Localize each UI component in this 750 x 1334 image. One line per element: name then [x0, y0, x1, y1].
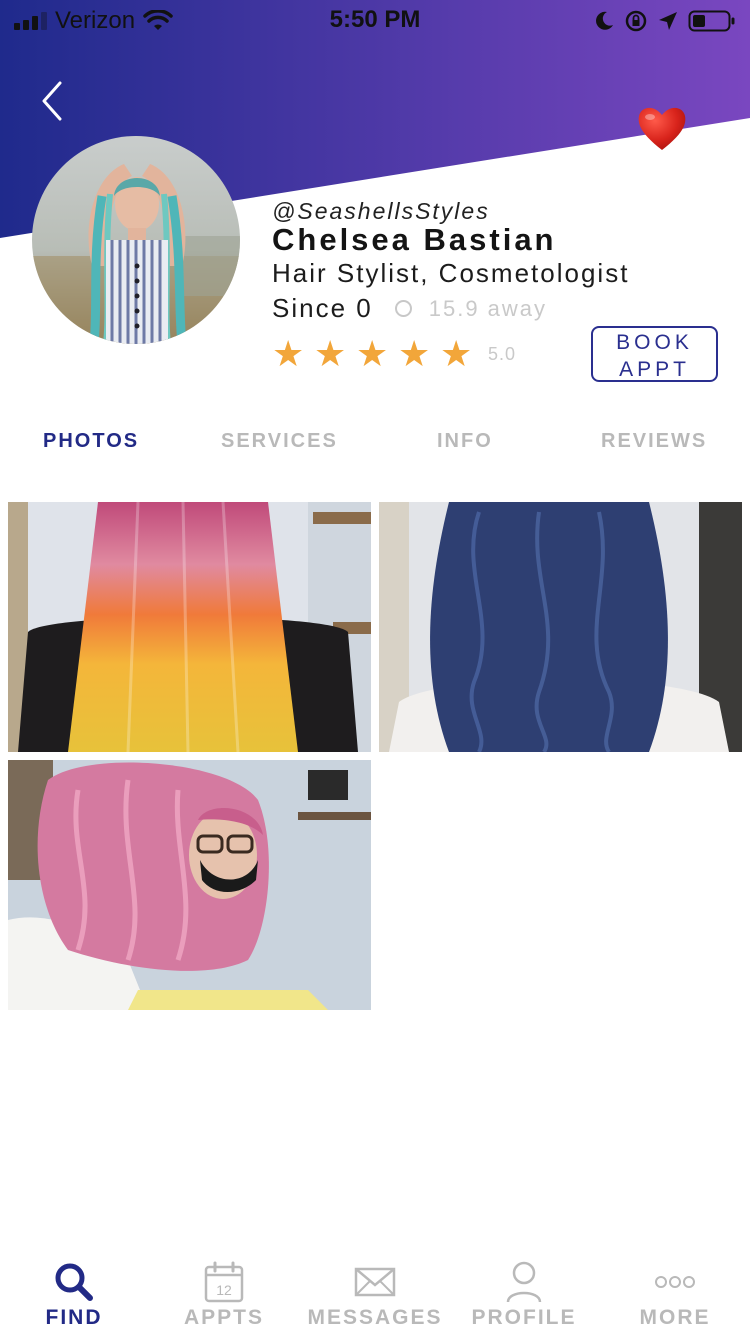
status-bar: Verizon 5:50 PM	[0, 0, 750, 40]
stylist-handle: @SeashellsStyles	[272, 198, 490, 224]
star-icon: ★	[272, 333, 305, 374]
nav-appts-label: APPTS	[183, 1306, 264, 1329]
rating-value: 5.0	[488, 343, 517, 364]
back-button[interactable]	[32, 78, 72, 124]
more-dots-icon	[655, 1276, 695, 1288]
tab-services[interactable]: SERVICES	[221, 430, 338, 453]
nav-profile[interactable]: PROFILE	[468, 1250, 580, 1334]
moon-icon	[596, 11, 613, 30]
hair-photo-image	[8, 760, 371, 1010]
envelope-icon	[354, 1267, 396, 1297]
book-label-line1: BOOK	[616, 331, 693, 354]
since-text: Since 0	[272, 293, 373, 323]
chevron-left-icon	[42, 81, 62, 121]
nav-find[interactable]: FIND	[30, 1250, 118, 1334]
bottom-navigation: FIND 12 APPTS MESSAGES PROFILE MORE	[0, 1250, 750, 1334]
battery-icon	[688, 10, 735, 32]
photo-sunset-hair[interactable]	[8, 502, 371, 752]
person-icon	[506, 1261, 542, 1303]
stylist-name: Chelsea Bastian	[272, 222, 557, 257]
rotation-lock-icon	[625, 10, 647, 32]
stylist-avatar	[32, 136, 240, 344]
stylist-photo	[32, 136, 240, 344]
favorite-button[interactable]	[636, 104, 688, 152]
since-distance-row: Since 0 15.9 away	[272, 293, 547, 324]
photo-blue-hair[interactable]	[379, 502, 742, 752]
nav-more[interactable]: MORE	[630, 1250, 720, 1334]
hair-photo-image	[8, 502, 371, 752]
search-icon	[55, 1263, 93, 1301]
location-circle-icon	[394, 300, 412, 317]
nav-profile-label: PROFILE	[471, 1306, 577, 1329]
tab-info[interactable]: INFO	[437, 430, 493, 453]
stylist-role: Hair Stylist, Cosmetologist	[272, 258, 630, 288]
profile-tabs: PHOTOS SERVICES INFO REVIEWS	[0, 430, 750, 462]
rating-row: ★ ★ ★ ★ ★ 5.0	[272, 336, 516, 372]
photo-pink-hair[interactable]	[8, 760, 371, 1010]
status-right	[594, 6, 736, 36]
tab-reviews[interactable]: REVIEWS	[601, 430, 707, 453]
distance-text: 15.9 away	[428, 295, 548, 321]
star-icon: ★	[314, 333, 347, 374]
location-arrow-icon	[659, 12, 677, 30]
nav-messages[interactable]: MESSAGES	[305, 1250, 445, 1334]
book-label-line2: APPT	[619, 358, 690, 381]
calendar-icon: 12	[204, 1261, 244, 1303]
tab-photos[interactable]: PHOTOS	[43, 430, 139, 453]
nav-more-label: MORE	[639, 1306, 711, 1329]
star-icon: ★	[356, 333, 389, 374]
nav-appts[interactable]: 12 APPTS	[174, 1250, 274, 1334]
calendar-day: 12	[216, 1282, 232, 1298]
star-icon: ★	[440, 333, 473, 374]
hair-photo-image	[379, 502, 742, 752]
nav-find-label: FIND	[45, 1306, 103, 1329]
nav-messages-label: MESSAGES	[307, 1306, 443, 1329]
heart-icon	[638, 107, 686, 150]
star-icon: ★	[398, 333, 431, 374]
book-appointment-button[interactable]: BOOK APPT	[591, 326, 718, 382]
